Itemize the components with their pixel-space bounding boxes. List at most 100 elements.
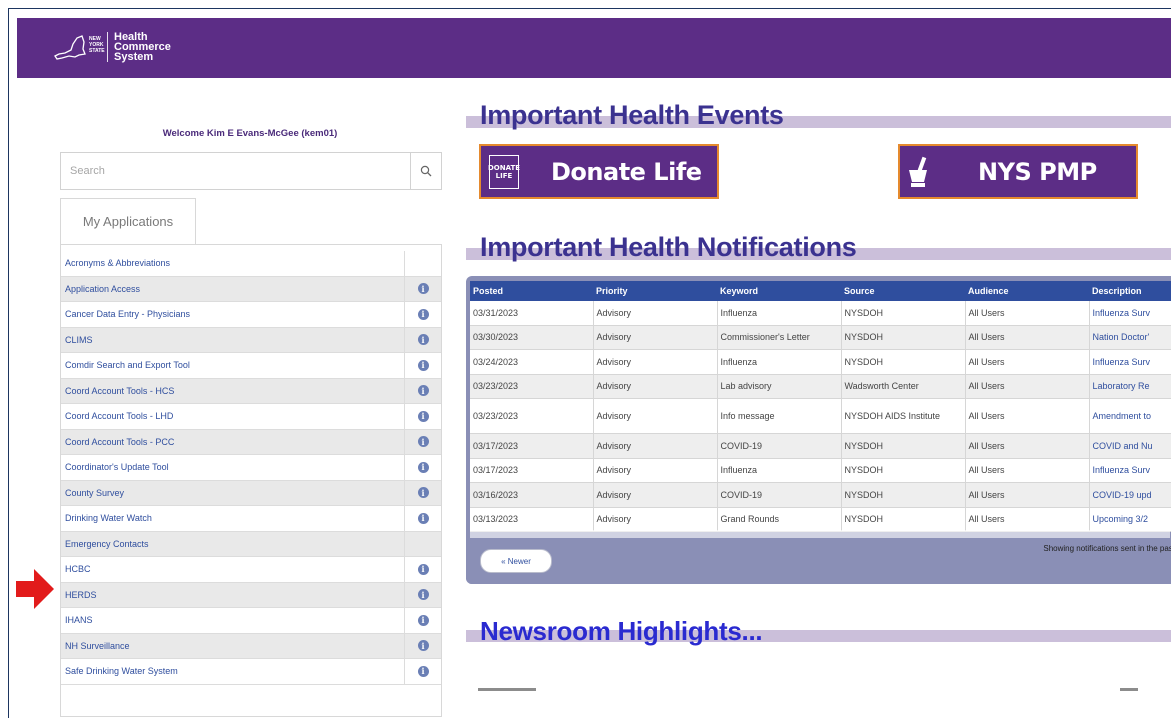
- cell-priority: Advisory: [593, 482, 718, 508]
- info-icon[interactable]: i: [417, 359, 429, 371]
- cell-source: NYSDOH: [841, 325, 966, 350]
- app-link[interactable]: Coord Account Tools - LHD: [61, 404, 405, 429]
- col-header-posted[interactable]: Posted: [470, 281, 593, 301]
- app-link[interactable]: Application Access: [61, 276, 405, 301]
- cell-description[interactable]: COVID and Nu: [1089, 433, 1171, 459]
- app-link[interactable]: Emergency Contacts: [61, 531, 405, 556]
- notification-row: 03/17/2023 Advisory COVID-19 NYSDOH All User…: [470, 433, 1171, 459]
- applications-list: Acronyms & Abbreviations Application Acce…: [60, 244, 442, 717]
- info-icon[interactable]: i: [417, 563, 429, 575]
- app-info-cell: i: [405, 277, 441, 302]
- clipped-content-fragment: [478, 688, 536, 691]
- app-list-item: Acronyms & Abbreviations: [61, 251, 441, 277]
- cell-description[interactable]: Upcoming 3/2: [1089, 507, 1171, 532]
- cell-description[interactable]: Laboratory Re: [1089, 374, 1171, 399]
- info-icon[interactable]: i: [417, 665, 429, 677]
- cell-keyword: COVID-19: [717, 433, 842, 459]
- search-button[interactable]: [410, 153, 441, 189]
- notifications-title: Important Health Notifications: [480, 232, 857, 262]
- app-info-cell: i: [405, 634, 441, 659]
- cell-source: NYSDOH: [841, 458, 966, 483]
- app-info-cell: [405, 251, 441, 276]
- nys-pmp-banner[interactable]: NYS PMP: [898, 144, 1138, 199]
- tab-my-applications[interactable]: My Applications: [60, 198, 196, 244]
- cell-description[interactable]: Influenza Surv: [1089, 301, 1171, 326]
- red-arrow-pointer-icon: [16, 569, 54, 609]
- app-list-item: HERDS i: [61, 582, 441, 608]
- app-list-item: HCBC i: [61, 557, 441, 583]
- cell-description[interactable]: Amendment to: [1089, 398, 1171, 434]
- cell-description[interactable]: Nation Doctor': [1089, 325, 1171, 350]
- info-icon[interactable]: i: [417, 640, 429, 652]
- app-link[interactable]: Acronyms & Abbreviations: [61, 251, 405, 276]
- app-link[interactable]: CLIMS: [61, 327, 405, 352]
- info-icon[interactable]: i: [417, 410, 429, 422]
- info-icon[interactable]: i: [417, 614, 429, 626]
- app-list-item: Coord Account Tools - HCS i: [61, 378, 441, 404]
- cell-audience: All Users: [965, 507, 1090, 532]
- cell-posted: 03/17/2023: [470, 458, 594, 483]
- app-info-cell: i: [405, 379, 441, 404]
- col-header-audience[interactable]: Audience: [965, 281, 1089, 301]
- logo-divider: [107, 32, 108, 62]
- app-list-item: Emergency Contacts: [61, 531, 441, 557]
- app-link[interactable]: Safe Drinking Water System: [61, 659, 405, 684]
- cell-priority: Advisory: [593, 325, 718, 350]
- notification-row: 03/23/2023 Advisory Info message NYSDOH AID…: [470, 398, 1171, 434]
- cell-posted: 03/23/2023: [470, 398, 594, 434]
- app-link[interactable]: Drinking Water Watch: [61, 506, 405, 531]
- cell-audience: All Users: [965, 433, 1090, 459]
- ny-state-map-icon: [54, 35, 86, 60]
- cell-posted: 03/17/2023: [470, 433, 594, 459]
- cell-audience: All Users: [965, 482, 1090, 508]
- info-icon[interactable]: i: [417, 461, 429, 473]
- info-icon[interactable]: i: [417, 436, 429, 448]
- cell-audience: All Users: [965, 349, 1090, 375]
- app-link[interactable]: Coordinator's Update Tool: [61, 455, 405, 480]
- app-link[interactable]: HERDS: [61, 582, 405, 607]
- cell-source: NYSDOH: [841, 301, 966, 326]
- donate-life-banner[interactable]: DONATE LIFE Donate Life: [479, 144, 719, 199]
- cell-priority: Advisory: [593, 349, 718, 375]
- info-icon[interactable]: i: [417, 283, 429, 295]
- cell-keyword: Commissioner's Letter: [717, 325, 842, 350]
- cell-posted: 03/16/2023: [470, 482, 594, 508]
- info-icon[interactable]: i: [417, 334, 429, 346]
- info-icon[interactable]: i: [417, 512, 429, 524]
- app-info-cell: i: [405, 659, 441, 684]
- hcs-logo[interactable]: NEW YORK STATE Health Commerce System: [53, 25, 171, 69]
- app-link[interactable]: Comdir Search and Export Tool: [61, 353, 405, 378]
- cell-posted: 03/31/2023: [470, 301, 594, 326]
- app-link[interactable]: NH Surveillance: [61, 633, 405, 658]
- col-header-keyword[interactable]: Keyword: [717, 281, 841, 301]
- cell-description[interactable]: COVID-19 upd: [1089, 482, 1171, 508]
- cell-priority: Advisory: [593, 507, 718, 532]
- app-link[interactable]: Coord Account Tools - HCS: [61, 378, 405, 403]
- app-link[interactable]: Cancer Data Entry - Physicians: [61, 302, 405, 327]
- logo-line-system: System: [114, 51, 154, 63]
- app-info-cell: i: [405, 353, 441, 378]
- col-header-priority[interactable]: Priority: [593, 281, 717, 301]
- cell-description[interactable]: Influenza Surv: [1089, 349, 1171, 375]
- newer-button[interactable]: « Newer: [480, 549, 552, 573]
- cell-description[interactable]: Influenza Surv: [1089, 458, 1171, 483]
- app-link[interactable]: Coord Account Tools - PCC: [61, 429, 405, 454]
- cell-source: NYSDOH AIDS Institute: [841, 398, 966, 434]
- app-link[interactable]: County Survey: [61, 480, 405, 505]
- search-input[interactable]: [61, 153, 410, 189]
- notification-row: 03/30/2023 Advisory Commissioner's Letter N…: [470, 325, 1171, 350]
- search-icon: [420, 165, 432, 177]
- col-header-source[interactable]: Source: [841, 281, 965, 301]
- app-list-item: County Survey i: [61, 480, 441, 506]
- info-icon[interactable]: i: [417, 385, 429, 397]
- app-link[interactable]: IHANS: [61, 608, 405, 633]
- app-info-cell: i: [405, 404, 441, 429]
- info-icon[interactable]: i: [417, 487, 429, 499]
- info-icon[interactable]: i: [417, 589, 429, 601]
- header-bar: NEW YORK STATE Health Commerce System: [17, 18, 1171, 78]
- col-header-description[interactable]: Description: [1089, 281, 1171, 301]
- app-list-item: Safe Drinking Water System i: [61, 659, 441, 685]
- cell-priority: Advisory: [593, 458, 718, 483]
- info-icon[interactable]: i: [417, 308, 429, 320]
- app-link[interactable]: HCBC: [61, 557, 405, 582]
